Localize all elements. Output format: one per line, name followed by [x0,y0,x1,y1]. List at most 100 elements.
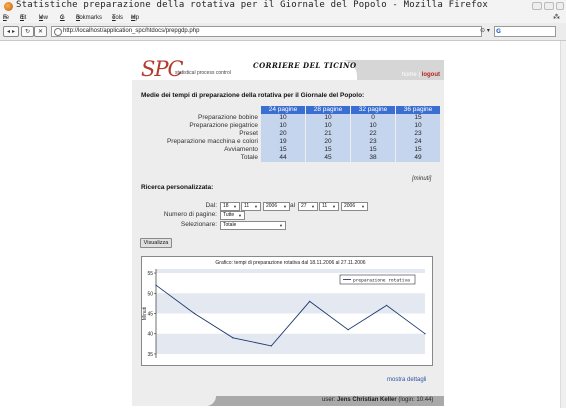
y-tick-label: 35 [147,352,153,358]
user-name: Jens Christian Keller [337,397,397,403]
url-bar[interactable]: http://localhost/application_spc/htdocs/… [51,26,482,37]
type-value: Totale [223,222,237,228]
table-row: Preparazione bobine 10 10 0 15 [132,114,441,122]
home-link[interactable]: home [402,72,417,78]
table-row: Totale 44 45 38 49 [132,154,441,162]
unit-label: [minuti] [412,176,432,182]
table-row: Preparazione macchina e colori 19 20 23 … [132,138,441,146]
url-text: http://localhost/application_spc/htdocs/… [63,28,200,34]
table-cell: 10 [305,122,351,130]
table-cell: 20 [261,130,306,138]
row-label: Preparazione bobine [198,114,258,121]
table-cell: 22 [350,130,396,138]
data-point [270,345,272,347]
table-row: Preparazione piegatrice 10 10 10 10 [132,122,441,130]
dropdown-arrow-icon: ▼ [311,204,315,209]
search-box[interactable]: G [494,26,556,37]
table-cell: 0 [350,114,396,122]
menu-go-rest: o [60,15,64,21]
table-cell: 15 [395,146,441,154]
times-table: 24 pagine 28 pagine 32 pagine 36 pagine … [132,106,441,162]
column-header: 36 pagine [395,106,441,114]
y-tick-label: 45 [147,312,153,318]
pages-value: Tutte [223,212,235,218]
firefox-icon [4,2,13,11]
navigation-toolbar: ◂ ▸ ↻ ✕ http://localhost/application_spc… [0,23,566,41]
al-label: al [290,202,296,209]
from-month-value: 11 [244,203,250,209]
table-cell: 15 [350,146,396,154]
stop-icon[interactable]: ✕ [34,26,47,37]
dal-label: Dal: [205,202,217,209]
menu-help-rest: elp [131,15,140,21]
dropdown-arrow-icon: ▼ [238,213,242,218]
column-header: 28 pagine [305,106,351,114]
dropdown-arrow-icon: ▼ [361,204,365,209]
type-select[interactable]: Totale ▼ [220,221,286,230]
dropdown-arrow-icon: ▼ [283,204,287,209]
row-label: Preparazione piegatrice [189,122,258,129]
throbber-icon: ⁂ [553,14,560,21]
to-day-select[interactable]: 27 ▼ [298,202,318,211]
row-label: Avviamento [224,146,258,153]
logout-link[interactable]: logout [422,72,440,78]
from-year-value: 2006 [266,203,278,209]
go-button[interactable]: ⊙ ▾ [480,26,490,35]
table-cell: 15 [395,114,441,122]
minimize-button[interactable] [532,2,542,10]
pages-label: Numero di pagine: [163,211,217,218]
show-details-link[interactable]: mostra dettagli [387,377,426,383]
newspaper-logo: CORRIERE DEL TICINO [253,61,357,70]
to-year-value: 2006 [344,203,356,209]
dropdown-arrow-icon: ▼ [254,204,258,209]
menubar: File Edit View Go Bookmarks Tools Help ⁂ [0,13,566,23]
chart-band [156,293,425,314]
table-row: Avviamento 15 15 15 15 [132,146,441,154]
to-year-select[interactable]: 2006 ▼ [341,202,368,211]
data-point [347,329,349,331]
menu-bookmarks-rest: ookmarks [76,15,103,21]
from-month-select[interactable]: 11 ▼ [241,202,261,211]
table-cell: 45 [305,154,351,162]
visualizza-button[interactable]: Visualizza [140,238,172,248]
dropdown-arrow-icon: ▼ [332,204,336,209]
table-corner [132,106,261,114]
from-day-value: 18 [223,203,229,209]
line-chart: Grafico: tempi di preparazione rotativa … [142,260,426,358]
maximize-button[interactable] [544,2,554,10]
table-row: Preset 20 21 22 23 [132,130,441,138]
table-cell: 19 [261,138,306,146]
table-cell: 10 [350,122,396,130]
search-title: Ricerca personalizzata: [141,184,214,191]
vertical-scrollbar[interactable] [560,41,566,408]
table-cell: 15 [261,146,306,154]
back-button[interactable]: ◂ ▸ [3,26,19,37]
table-cell: 38 [350,154,396,162]
table-cell: 24 [395,138,441,146]
menu-file-rest: ile [3,15,10,21]
table-cell: 21 [305,130,351,138]
from-day-select[interactable]: 18 ▼ [220,202,240,211]
reload-icon[interactable]: ↻ [21,26,34,37]
chart-title: Grafico: tempi di preparazione rotativa … [215,260,365,266]
dropdown-arrow-icon: ▼ [233,204,237,209]
pages-select[interactable]: Tutte ▼ [220,211,245,220]
from-year-select[interactable]: 2006 ▼ [263,202,290,211]
y-tick-label: 40 [147,332,153,338]
table-cell: 44 [261,154,306,162]
times-title: Medie dei tempi di preparazione della ro… [141,92,365,99]
table-cell: 10 [305,114,351,122]
data-point [385,304,388,307]
to-month-select[interactable]: 11 ▼ [319,202,339,211]
y-axis-label: Minuti [142,307,148,320]
link-separator: | [418,72,420,78]
row-label: Preparazione macchina e colori [166,138,258,145]
table-cell: 10 [395,122,441,130]
close-button[interactable] [556,2,564,10]
logo-subtitle: statistical process control [175,70,231,76]
user-prefix: user: [322,397,336,403]
table-cell: 10 [261,122,306,130]
y-tick-label: 50 [147,291,153,297]
table-cell: 10 [261,114,306,122]
user-info: user: Jens Christian Keller (login: 10:4… [322,397,433,403]
